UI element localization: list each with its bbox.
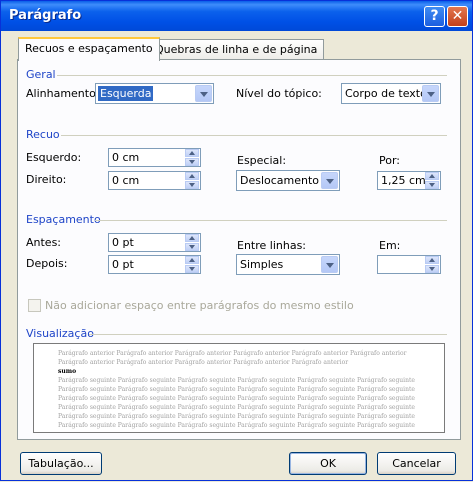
- depois-spinner[interactable]: 0 pt: [108, 255, 201, 274]
- nivel-topico-dropdown[interactable]: Corpo de texto: [341, 83, 441, 104]
- por-spinner[interactable]: 1,25 cm: [377, 171, 441, 190]
- chevron-down-icon[interactable]: [321, 256, 338, 273]
- depois-value: 0 pt: [112, 258, 134, 271]
- preview-line-previous: Parágrafo anterior Parágrafo anterior Pa…: [58, 359, 349, 366]
- no-space-label: Não adicionar espaço entre parágrafos do…: [45, 299, 354, 312]
- esquerdo-spinner[interactable]: 0 cm: [108, 148, 201, 167]
- entre-linhas-label: Entre linhas:: [237, 239, 307, 252]
- depois-label: Depois:: [26, 257, 68, 270]
- esquerdo-value: 0 cm: [112, 151, 140, 164]
- nivel-topico-label: Nível do tópico:: [236, 87, 322, 100]
- antes-value: 0 pt: [112, 236, 134, 249]
- panel-content: Geral Alinhamento: Esquerda Nível do tóp…: [1, 1, 473, 482]
- spin-up-icon[interactable]: [185, 172, 199, 180]
- section-espacamento-heading: Espaçamento: [26, 213, 101, 226]
- chevron-down-icon[interactable]: [422, 85, 439, 102]
- spin-down-icon[interactable]: [425, 265, 439, 273]
- alinhamento-label: Alinhamento:: [26, 87, 100, 100]
- spin-down-icon[interactable]: [185, 158, 199, 166]
- direito-spinner[interactable]: 0 cm: [108, 171, 201, 190]
- por-label: Por:: [379, 154, 401, 167]
- section-geral-heading: Geral: [26, 68, 56, 81]
- spin-up-icon[interactable]: [425, 172, 439, 180]
- chevron-down-icon[interactable]: [195, 85, 212, 102]
- chevron-down-icon[interactable]: [321, 172, 338, 189]
- antes-spinner[interactable]: 0 pt: [108, 233, 201, 252]
- especial-dropdown[interactable]: Deslocamento: [236, 170, 340, 191]
- alinhamento-value: Esquerda: [98, 86, 154, 101]
- preview-line-next: Parágrafo seguinte Parágrafo seguinte Pa…: [58, 386, 415, 393]
- divider: [89, 334, 447, 335]
- section-recuo-heading: Recuo: [26, 128, 60, 141]
- preview-box: Parágrafo anterior Parágrafo anterior Pa…: [33, 343, 445, 433]
- spin-down-icon[interactable]: [425, 181, 439, 189]
- especial-label: Especial:: [237, 154, 287, 167]
- entre-linhas-dropdown[interactable]: Simples: [236, 254, 340, 275]
- direito-value: 0 cm: [112, 174, 140, 187]
- spin-up-icon[interactable]: [185, 256, 199, 264]
- spin-up-icon[interactable]: [185, 149, 199, 157]
- spin-up-icon[interactable]: [425, 256, 439, 264]
- ok-button[interactable]: OK: [289, 452, 367, 475]
- no-space-checkbox[interactable]: [28, 299, 41, 312]
- preview-line-next: Parágrafo seguinte Parágrafo seguinte Pa…: [58, 404, 415, 411]
- esquerdo-label: Esquerdo:: [26, 151, 82, 164]
- tabulacao-button[interactable]: Tabulação...: [20, 452, 102, 475]
- alinhamento-dropdown[interactable]: Esquerda: [95, 83, 214, 104]
- divider: [95, 220, 447, 221]
- spin-down-icon[interactable]: [185, 243, 199, 251]
- cancel-button[interactable]: Cancelar: [377, 452, 456, 475]
- especial-value: Deslocamento: [240, 174, 320, 187]
- preview-line-next: Parágrafo seguinte Parágrafo seguinte Pa…: [58, 413, 415, 420]
- preview-line-previous: Parágrafo anterior Parágrafo anterior Pa…: [58, 350, 407, 357]
- divider: [57, 75, 447, 76]
- em-label: Em:: [379, 239, 401, 252]
- paragraph-dialog: Parágrafo ? ✕ Recuos e espaçamento Quebr…: [0, 0, 473, 481]
- spin-down-icon[interactable]: [185, 265, 199, 273]
- preview-line-next: Parágrafo seguinte Parágrafo seguinte Pa…: [58, 395, 415, 402]
- preview-line-next: Parágrafo seguinte Parágrafo seguinte Pa…: [58, 377, 415, 384]
- antes-label: Antes:: [26, 236, 62, 249]
- por-value: 1,25 cm: [381, 174, 426, 187]
- nivel-topico-value: Corpo de texto: [345, 87, 427, 100]
- spin-down-icon[interactable]: [185, 181, 199, 189]
- direito-label: Direito:: [26, 173, 67, 186]
- spin-up-icon[interactable]: [185, 234, 199, 242]
- preview-line-next: Parágrafo seguinte Parágrafo seguinte Pa…: [58, 422, 415, 429]
- entre-linhas-value: Simples: [240, 258, 284, 271]
- divider: [61, 135, 447, 136]
- preview-line-current: sumo: [58, 368, 77, 375]
- section-preview-heading: Visualização: [26, 327, 94, 340]
- em-spinner[interactable]: [377, 255, 441, 274]
